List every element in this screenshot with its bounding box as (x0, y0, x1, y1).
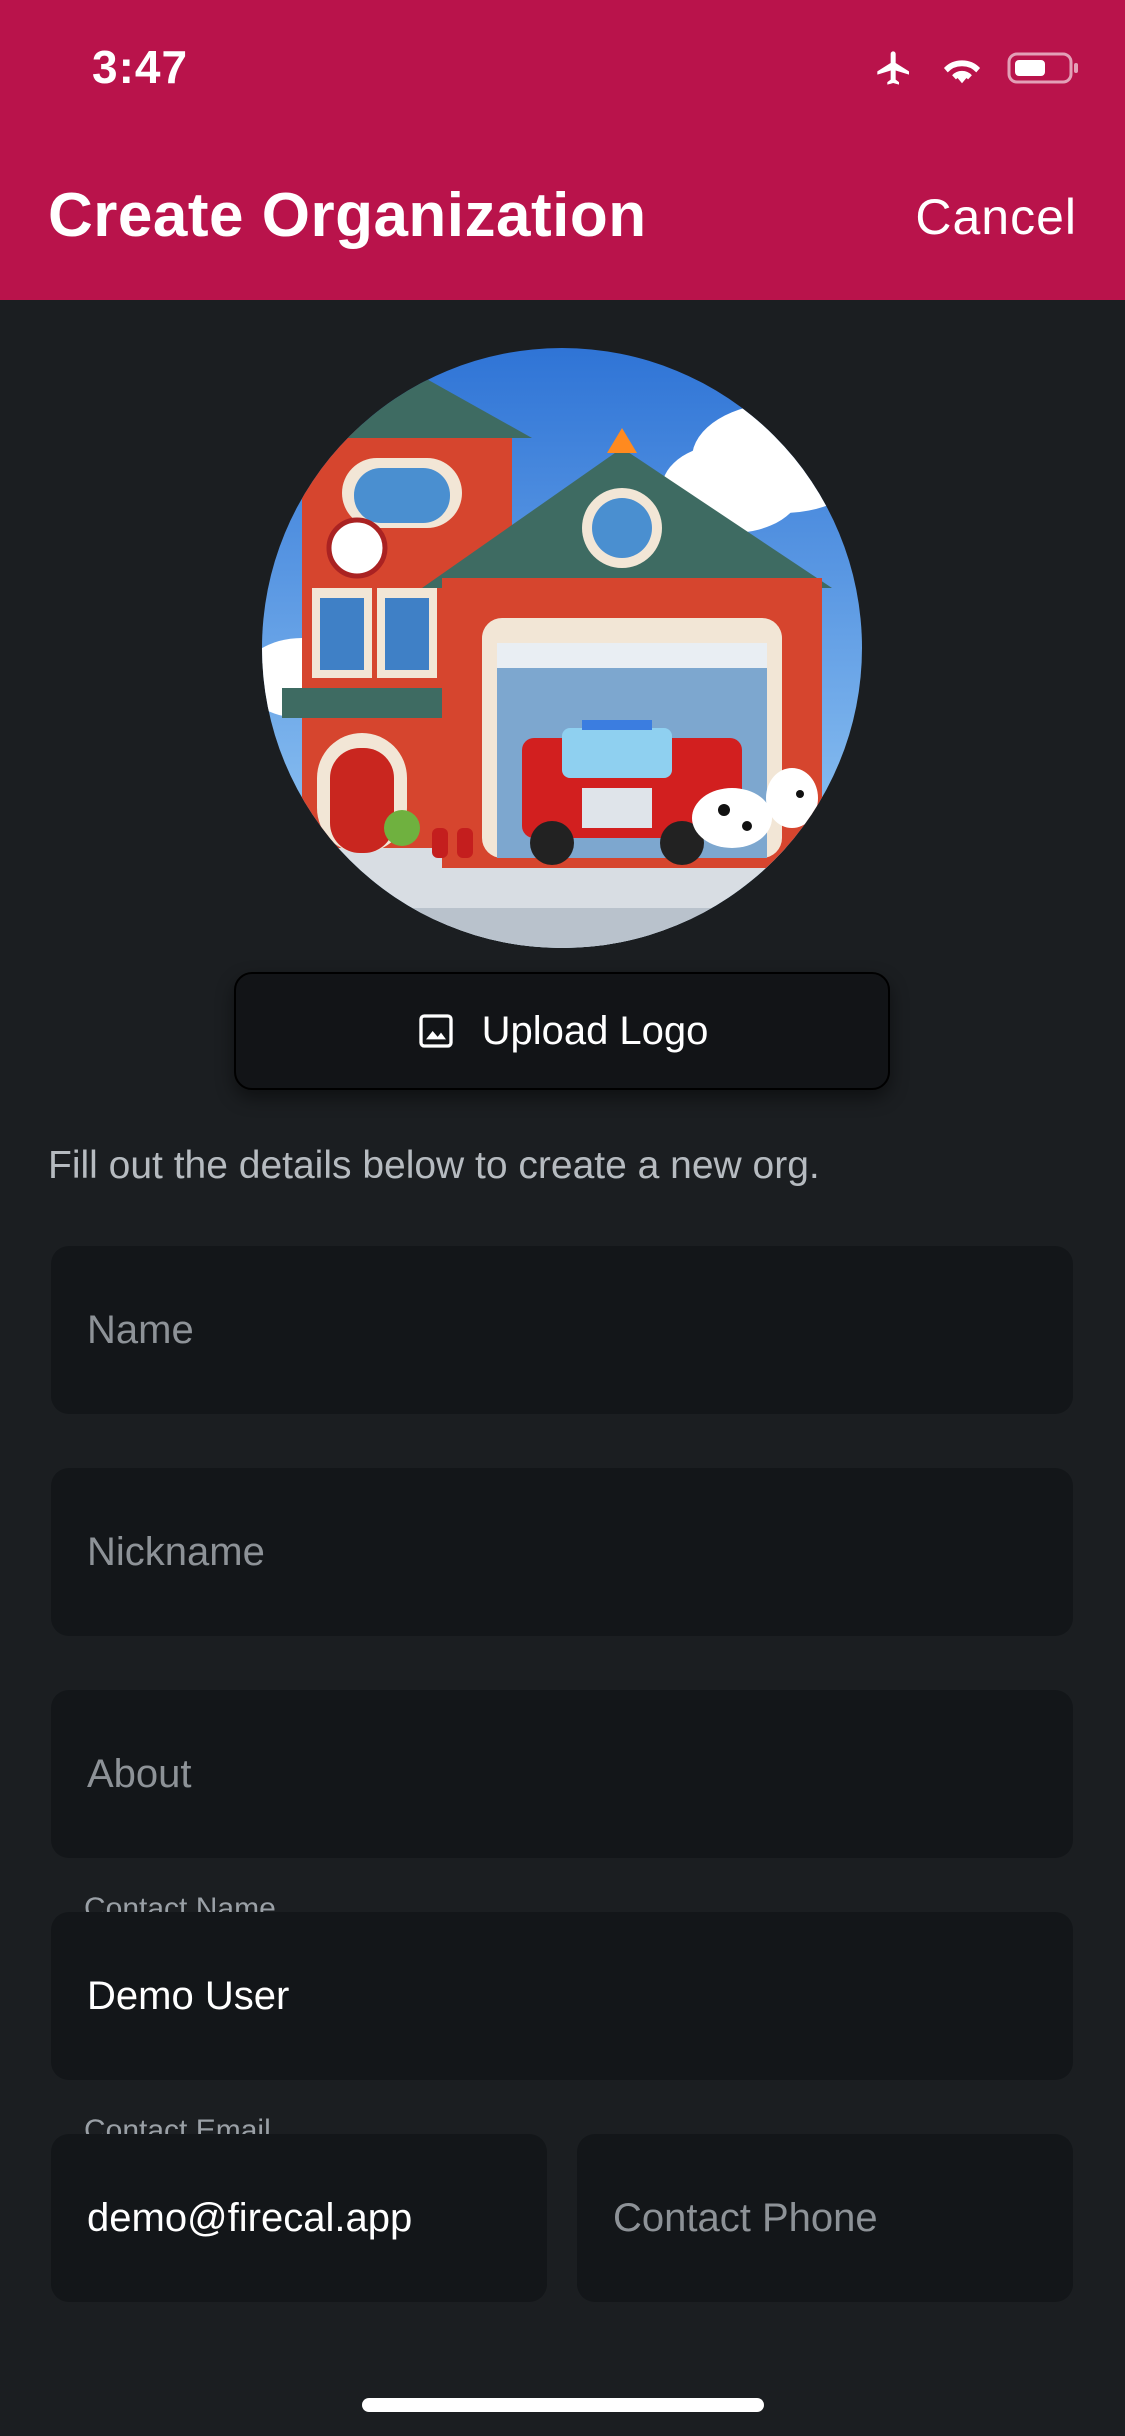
wifi-icon (943, 60, 981, 84)
cancel-button[interactable]: Cancel (915, 188, 1077, 246)
nickname-field[interactable] (51, 1468, 1073, 1636)
organization-logo[interactable] (262, 348, 862, 948)
contact-phone-field[interactable] (577, 2134, 1073, 2302)
battery-icon (1007, 52, 1078, 84)
fire-station-illustration (262, 348, 862, 948)
name-field[interactable] (51, 1246, 1073, 1414)
app-header: 3:47 Create Organization Cancel (0, 0, 1125, 300)
upload-logo-label: Upload Logo (481, 1008, 709, 1053)
status-icons (871, 48, 1081, 88)
home-indicator (362, 2398, 764, 2412)
helper-text: Fill out the details below to create a n… (48, 1144, 820, 1187)
status-time: 3:47 (92, 41, 189, 93)
upload-logo-button[interactable]: Upload Logo (234, 972, 890, 1090)
airplane-icon (877, 51, 909, 85)
contact-name-field[interactable] (51, 1912, 1073, 2080)
page-title: Create Organization (48, 181, 647, 250)
about-field[interactable] (51, 1690, 1073, 1858)
contact-email-field[interactable] (51, 2134, 547, 2302)
image-icon (418, 1014, 453, 1048)
